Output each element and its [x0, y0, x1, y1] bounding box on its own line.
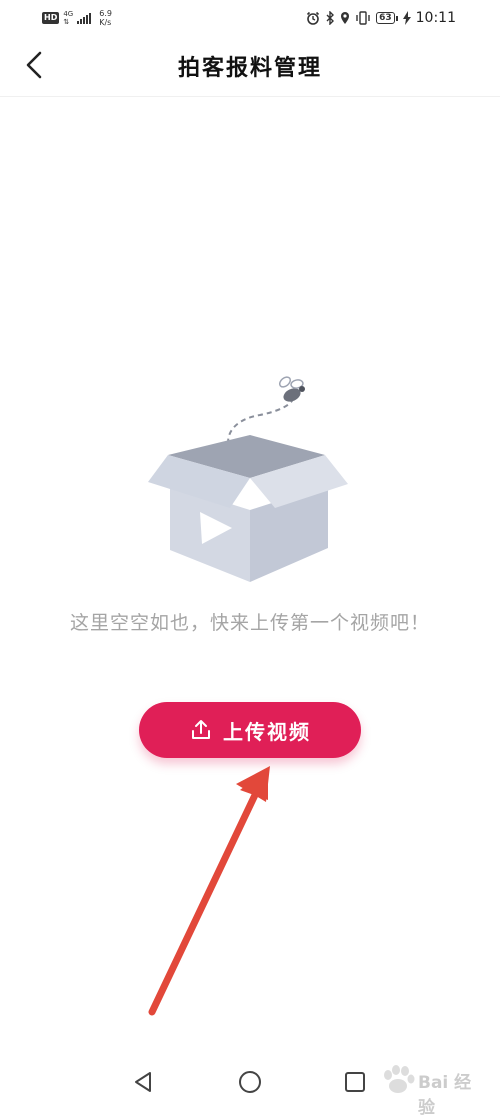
nav-back-button[interactable] [128, 1067, 158, 1097]
network-speed-value: 6.9 [99, 9, 112, 18]
status-time: 10:11 [415, 10, 456, 26]
status-left: HD 4G ⇅ 6.9 K/s [42, 6, 112, 30]
circle-home-icon [239, 1071, 261, 1093]
network-speed-unit: K/s [99, 18, 112, 27]
vibrate-icon [356, 11, 370, 25]
page-title: 拍客报料管理 [177, 55, 322, 81]
bee-icon [278, 376, 305, 402]
upload-video-label: 上传视频 [223, 719, 311, 744]
network-type: 4G ⇅ [63, 10, 73, 26]
network-arrows: ⇅ [63, 18, 70, 26]
triangle-back-icon [135, 1072, 151, 1092]
paw-logo-icon [384, 1065, 415, 1093]
square-recent-icon [345, 1072, 365, 1092]
hd-badge: HD [42, 12, 60, 24]
charging-icon [402, 11, 411, 25]
status-bar: HD 4G ⇅ 6.9 K/s 63 10:11 [0, 0, 500, 34]
upload-icon [192, 720, 210, 739]
empty-state-message: 这里空空如也，快来上传第一个视频吧！ [69, 612, 430, 634]
upload-video-button[interactable]: 上传视频 [139, 702, 361, 758]
baidu-watermark: Bai 经验 [378, 1056, 488, 1118]
battery-level: 63 [376, 12, 395, 24]
bluetooth-icon [326, 11, 335, 25]
nav-home-button[interactable] [235, 1067, 265, 1097]
app-header: 拍客报料管理 [0, 34, 500, 97]
nav-recent-button[interactable] [340, 1067, 370, 1097]
status-right: 63 10:11 [306, 6, 456, 30]
alarm-icon [307, 11, 320, 25]
location-icon [341, 12, 350, 24]
signal-icon [77, 12, 92, 24]
network-type-label: 4G [63, 10, 74, 18]
empty-box-illustration [148, 376, 348, 582]
battery-icon: 63 [376, 12, 398, 24]
network-speed: 6.9 K/s [99, 9, 112, 27]
